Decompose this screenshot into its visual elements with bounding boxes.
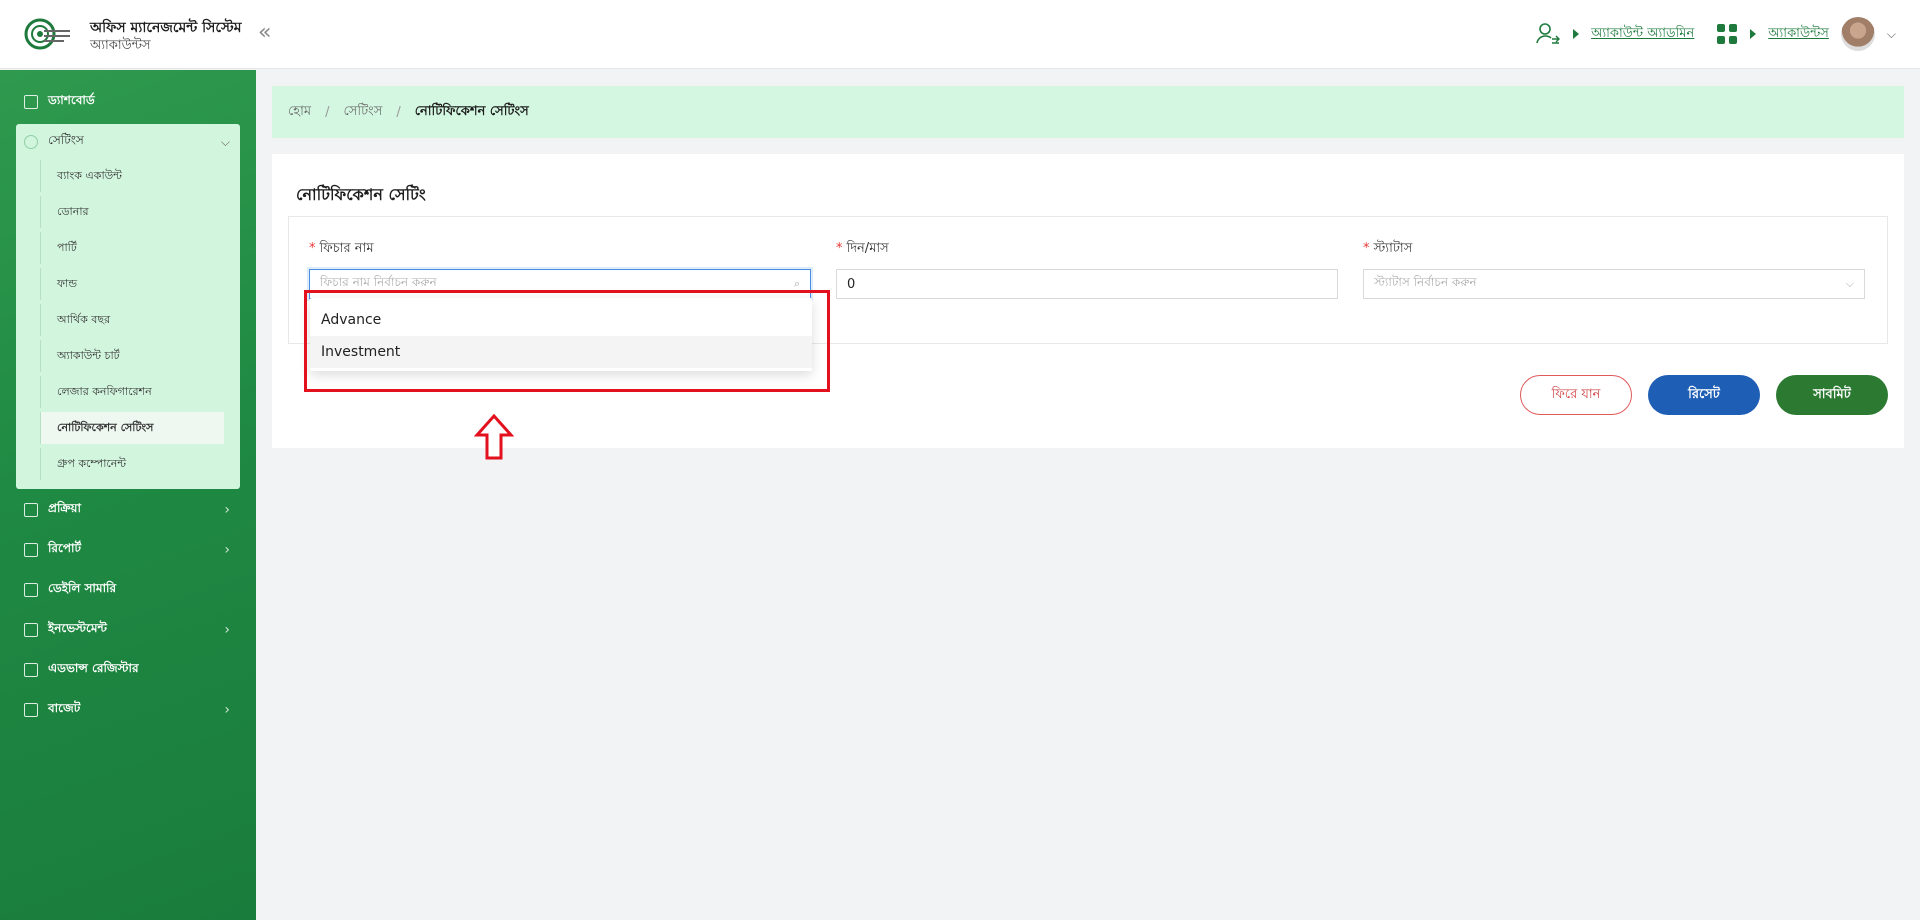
days-month-value: 0 <box>847 276 856 292</box>
sidebar-item-dashboard[interactable]: ড্যাশবোর্ড <box>16 84 240 120</box>
breadcrumb-home[interactable]: হোম <box>288 102 311 123</box>
sidebar-subitem-party[interactable]: পার্টি <box>40 232 224 264</box>
chevron-down-icon[interactable]: ⌵ <box>1887 27 1896 42</box>
sidebar-item-label: রিপোর্ট <box>48 541 82 555</box>
required-mark: * <box>836 241 843 256</box>
process-icon <box>24 503 38 517</box>
chevron-down-icon: ⌵ <box>220 134 230 149</box>
sidebar-subitem-fiscal-year[interactable]: আর্থিক বছর <box>40 304 224 336</box>
sidebar-item-label: ড্যাশবোর্ড <box>48 93 95 107</box>
accounts-link[interactable]: অ্যাকাউন্টস <box>1768 24 1829 45</box>
settings-submenu: সেটিংস ⌵ ব্যাংক একাউন্ট ডোনার পার্টি ফান… <box>16 124 240 489</box>
dashboard-icon <box>24 95 38 109</box>
status-select[interactable]: স্ট্যাটাস নির্বাচন করুন ⌵ <box>1363 269 1865 299</box>
sidebar-item-label: বাজেট <box>48 701 81 715</box>
breadcrumb-separator: / <box>396 104 401 120</box>
required-mark: * <box>1363 241 1370 256</box>
sidebar-item-investment[interactable]: ইনভেস্টমেন্ট › <box>16 612 240 648</box>
highlight-box <box>304 290 830 392</box>
status-label: * স্ট্যাটাস <box>1363 241 1413 256</box>
sidebar-subitem-donor[interactable]: ডোনার <box>40 196 224 228</box>
required-mark: * <box>309 241 316 256</box>
investment-icon <box>24 623 38 637</box>
summary-icon <box>24 583 38 597</box>
sidebar-subitem-account-chart[interactable]: অ্যাকাউন্ট চার্ট <box>40 340 224 372</box>
sidebar-subitem-group-component[interactable]: গ্রুপ কম্পোনেন্ট <box>40 448 224 480</box>
sidebar-subitem-notification-settings[interactable]: নোটিফিকেশন সেটিংস <box>40 412 224 444</box>
header-right: অ্যাকাউন্ট অ্যাডমিন অ্যাকাউন্টস ⌵ <box>1535 14 1896 54</box>
sidebar-item-label: এডভান্স রেজিস্টার <box>48 661 139 675</box>
top-header: অফিস ম্যানেজমেন্ট সিস্টেম অ্যাকাউন্টস « … <box>0 0 1920 69</box>
sidebar-item-budget[interactable]: বাজেট › <box>16 692 240 728</box>
arrow-up-icon <box>474 413 514 460</box>
sidebar-item-label: ডেইলি সামারি <box>48 581 117 595</box>
sidebar-subitem-fund[interactable]: ফান্ড <box>40 268 224 300</box>
breadcrumb-current: নোটিফিকেশন সেটিংস <box>414 103 529 119</box>
feature-name-label: * ফিচার নাম <box>309 241 374 256</box>
chevron-right-icon: › <box>224 702 230 718</box>
sidebar-item-advance-register[interactable]: এডভান্স রেজিস্টার <box>16 652 240 688</box>
search-icon: ⌕ <box>793 277 800 290</box>
sidebar-item-process[interactable]: প্রক্রিয়া › <box>16 492 240 528</box>
sidebar-item-report[interactable]: রিপোর্ট › <box>16 532 240 568</box>
sidebar-collapse-icon[interactable]: « <box>258 20 271 45</box>
budget-icon <box>24 703 38 717</box>
account-admin-link[interactable]: অ্যাকাউন্ট অ্যাডমিন <box>1591 24 1694 45</box>
sidebar-item-label: সেটিংস <box>48 133 84 147</box>
breadcrumb-settings[interactable]: সেটিংস <box>343 102 382 123</box>
app-subtitle: অ্যাকাউন্টস <box>90 38 151 53</box>
register-icon <box>24 663 38 677</box>
sidebar-item-settings[interactable]: সেটিংস ⌵ <box>16 124 240 160</box>
status-placeholder: স্ট্যাটাস নির্বাচন করুন <box>1374 275 1477 289</box>
breadcrumb: হোম / সেটিংস / নোটিফিকেশন সেটিংস <box>272 86 1904 138</box>
chevron-right-icon: › <box>224 542 230 558</box>
breadcrumb-separator: / <box>325 104 330 120</box>
page-title: নোটিফিকেশন সেটিং <box>296 185 426 204</box>
chevron-right-icon: › <box>224 622 230 638</box>
back-button[interactable]: ফিরে যান <box>1520 375 1632 415</box>
sidebar-item-daily-summary[interactable]: ডেইলি সামারি <box>16 572 240 608</box>
chevron-right-icon: › <box>224 502 230 518</box>
user-switch-icon <box>1536 23 1561 44</box>
days-month-label: * দিন/মাস <box>836 241 889 256</box>
days-month-input[interactable]: 0 <box>836 269 1338 299</box>
sidebar: ড্যাশবোর্ড সেটিংস ⌵ ব্যাংক একাউন্ট ডোনার… <box>0 70 256 920</box>
caret-right-icon <box>1573 29 1580 39</box>
report-icon <box>24 543 38 557</box>
avatar[interactable] <box>1840 17 1875 51</box>
sidebar-item-label: প্রক্রিয়া <box>48 501 81 515</box>
org-logo-icon <box>24 18 70 50</box>
apps-grid-icon[interactable] <box>1716 23 1738 45</box>
sidebar-subitem-bank-account[interactable]: ব্যাংক একাউন্ট <box>40 160 224 192</box>
chevron-down-icon: ⌵ <box>1845 277 1854 290</box>
gear-icon <box>24 135 38 149</box>
caret-right-icon <box>1750 29 1757 39</box>
reset-button[interactable]: রিসেট <box>1648 375 1760 415</box>
sidebar-item-label: ইনভেস্টমেন্ট <box>48 621 107 635</box>
sidebar-subitem-ledger-config[interactable]: লেজার কনফিগারেশন <box>40 376 224 408</box>
submit-button[interactable]: সাবমিট <box>1776 375 1888 415</box>
